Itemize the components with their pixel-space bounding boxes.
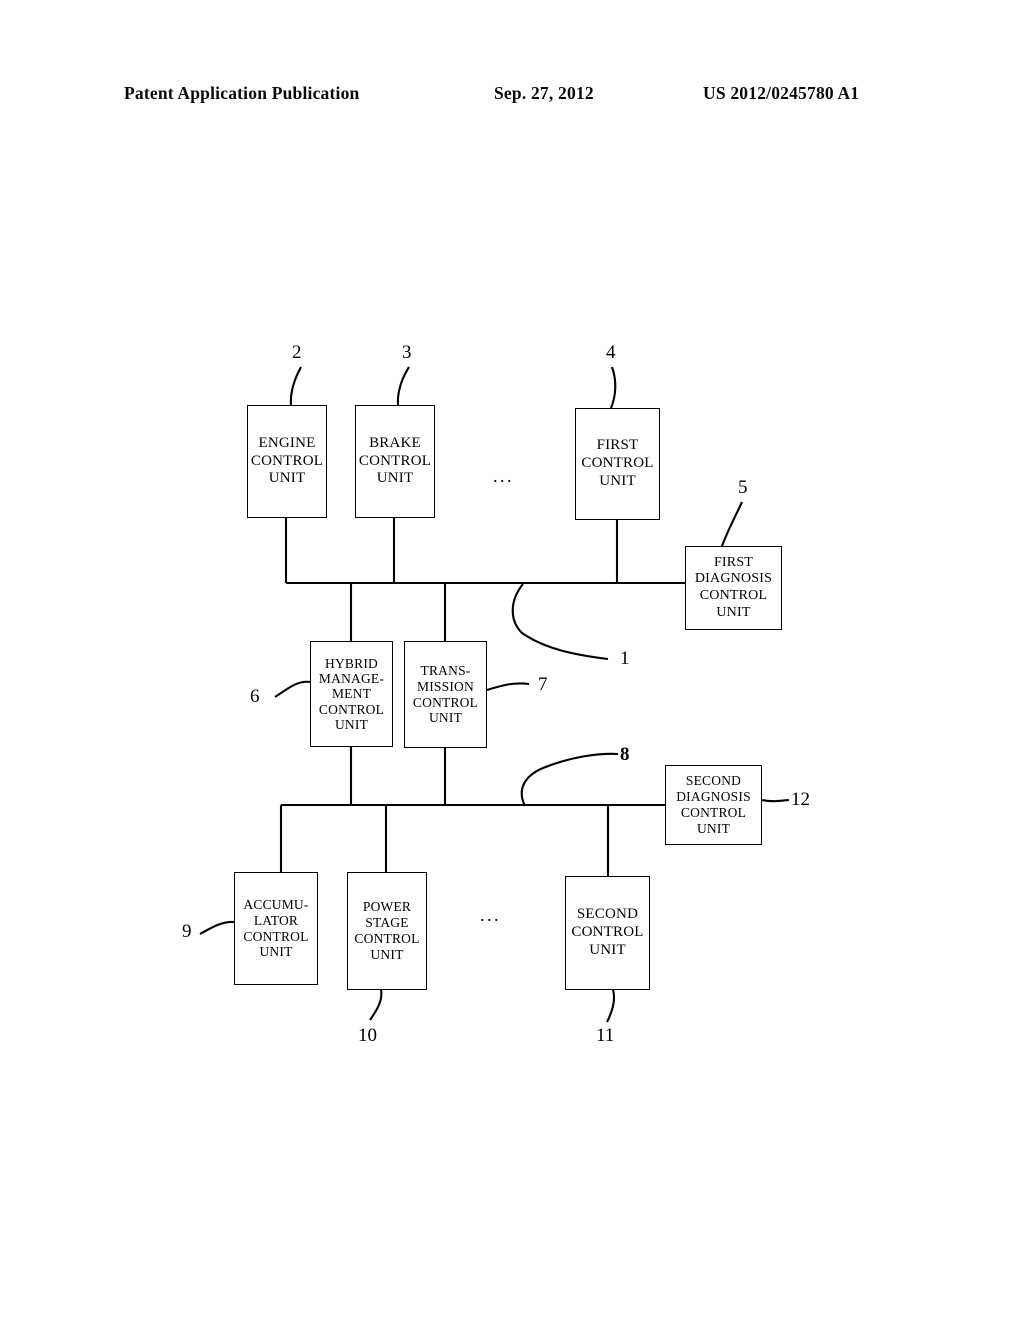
ref-numeral-12: 12 [791,789,810,810]
lead-line-6 [274,680,311,698]
block-first-control-unit[interactable]: FIRST CONTROL UNIT [575,408,660,520]
block-line: DIAGNOSIS [676,789,751,805]
block-engine-control-unit[interactable]: ENGINE CONTROL UNIT [247,405,327,518]
block-line: UNIT [599,472,636,489]
block-line: MANAGE- [318,671,385,687]
lead-line-4 [610,366,617,409]
block-hybrid-management-control-unit[interactable]: HYBRID MANAGE- MENT CONTROL UNIT [310,641,393,747]
block-line: BRAKE [369,434,421,451]
ref-numeral-5: 5 [738,477,748,498]
block-line: UNIT [268,470,306,487]
block-line: CONTROL [243,928,309,944]
block-accumulator-control-unit[interactable]: ACCUMU- LATOR CONTROL UNIT [234,872,318,985]
ref-numeral-9: 9 [182,921,192,942]
block-line: TRANS- [420,663,471,679]
figure-wiring [199,366,790,1023]
lead-line-3 [396,366,410,406]
ref-numeral-10: 10 [358,1025,377,1046]
block-line: CONTROL [358,452,432,469]
ref-numeral-6: 6 [250,686,260,707]
patent-figure: ENGINE CONTROL UNIT 2 BRAKE CONTROL UNIT… [0,0,1024,1320]
lead-line-12 [761,798,790,803]
block-line: POWER [362,899,412,915]
block-brake-control-unit[interactable]: BRAKE CONTROL UNIT [355,405,435,518]
block-line: UNIT [376,470,414,487]
block-transmission-control-unit[interactable]: TRANS- MISSION CONTROL UNIT [404,641,487,748]
ref-numeral-3: 3 [402,342,412,363]
ellipsis-bottom-row: ... [480,905,501,925]
lead-line-2 [289,366,302,406]
lead-line-1-upper-bus [511,583,609,661]
block-line: CONTROL [412,694,479,710]
block-line: DIAGNOSIS [694,571,773,587]
ellipsis-top-row: ... [493,466,514,486]
block-line: FIRST [713,554,754,570]
block-line: LATOR [253,912,299,928]
block-line: UNIT [334,716,369,732]
block-second-diagnosis-control-unit[interactable]: SECOND DIAGNOSIS CONTROL UNIT [665,765,762,845]
ref-numeral-7: 7 [538,674,548,695]
block-line: SECOND [685,773,742,789]
block-line: CONTROL [571,924,644,941]
ref-numeral-11: 11 [596,1025,615,1046]
lead-line-8-lower-bus [520,752,619,807]
block-line: CONTROL [699,588,768,603]
block-line: UNIT [428,710,463,726]
block-line: CONTROL [680,805,747,820]
block-first-diagnosis-control-unit[interactable]: FIRST DIAGNOSIS CONTROL UNIT [685,546,782,630]
block-line: UNIT [696,820,731,836]
ref-numeral-4: 4 [606,342,616,363]
block-line: CONTROL [318,701,385,717]
lead-line-9 [199,920,235,935]
block-line: CONTROL [250,452,324,469]
lead-line-11 [606,989,616,1023]
block-line: SECOND [576,906,639,923]
block-line: UNIT [370,946,404,962]
block-line: STAGE [365,915,409,931]
block-line: HYBRID [325,655,378,671]
block-line: UNIT [589,941,626,958]
block-line: FIRST [596,437,639,454]
ref-numeral-8-lower-bus: 8 [620,744,630,765]
block-second-control-unit[interactable]: SECOND CONTROL UNIT [565,876,650,990]
block-power-stage-control-unit[interactable]: POWER STAGE CONTROL UNIT [347,872,427,990]
block-line: ACCUMU- [243,896,309,912]
block-line: MENT [331,686,372,702]
lead-line-10 [369,989,383,1021]
lead-line-5 [721,501,743,547]
block-line: CONTROL [581,455,654,472]
ref-numeral-2: 2 [292,342,302,363]
ref-numeral-1-upper-bus: 1 [620,648,630,669]
block-line: UNIT [716,604,751,620]
block-line: ENGINE [258,434,316,451]
block-line: UNIT [259,944,293,960]
block-line: CONTROL [354,931,420,946]
lead-line-7 [486,682,530,692]
block-line: MISSION [417,678,474,694]
